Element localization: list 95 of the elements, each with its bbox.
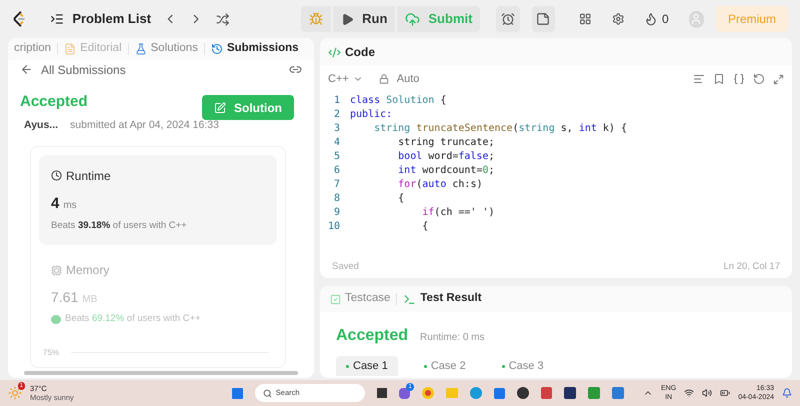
search-icon — [262, 388, 272, 398]
panel-tab[interactable]: Test Result — [397, 290, 488, 308]
battery-icon[interactable] — [720, 388, 730, 398]
note-icon — [536, 12, 550, 26]
code-editor[interactable]: 1 class Solution { 2 public: 3 string truncateSentence(string s, int k) { 4 string truncate; 5 bool word=false; 6 int wordcount=0; 7 for(auto ch:s) 8 { 9 if(ch ==' ') 10 { — [320, 92, 792, 256]
reset-icon[interactable] — [753, 73, 765, 85]
flask-icon — [134, 43, 147, 56]
settings-icon[interactable] — [612, 12, 624, 26]
volume-icon[interactable] — [702, 388, 712, 398]
badge-icon — [51, 314, 61, 324]
result-runtime: Runtime: 0 ms — [420, 331, 484, 345]
edit-icon — [214, 102, 226, 114]
back-icon[interactable] — [20, 63, 33, 76]
weather-icon[interactable] — [8, 386, 22, 400]
shuffle-icon[interactable] — [216, 12, 230, 26]
code-line: string truncate; — [397, 136, 494, 150]
submitted-time: submitted at Apr 04, 2024 16:33 — [70, 118, 219, 133]
store-icon[interactable] — [494, 388, 505, 398]
expand-icon[interactable] — [773, 74, 784, 84]
code-line: { — [397, 192, 404, 206]
line-number: 7 — [332, 178, 341, 192]
line-number: 1 — [332, 94, 341, 108]
chart-tick-label: 75% — [43, 346, 60, 359]
code-line: int wordcount=0; — [397, 164, 495, 178]
chip-icon — [51, 264, 62, 276]
user-name[interactable]: Ayus... — [24, 118, 58, 134]
chat-icon[interactable] — [398, 388, 410, 398]
browser-icon[interactable] — [422, 387, 434, 399]
memory-beats: Beats 69.12% of users with C++ — [65, 312, 201, 326]
line-number: 5 — [332, 150, 341, 164]
code-line: class Solution { — [350, 94, 446, 108]
code-line: for(auto ch:s) — [397, 178, 482, 192]
lock-icon — [378, 74, 389, 84]
checkbox-icon — [330, 294, 341, 304]
wifi-icon[interactable] — [684, 388, 694, 398]
start-icon[interactable] — [232, 388, 243, 398]
mode-label: Auto — [396, 72, 420, 87]
runtime-unit: ms — [63, 198, 77, 213]
line-number: 8 — [332, 192, 341, 206]
cursor-position: Ln 20, Col 17 — [723, 260, 780, 274]
memory-value: 7.61 — [51, 288, 78, 308]
panel-tab[interactable]: Submissions — [204, 40, 305, 58]
bell-icon[interactable] — [782, 388, 792, 398]
language-select[interactable]: C++ — [328, 70, 363, 88]
alarm-clock-icon — [501, 12, 516, 26]
logo-icon[interactable] — [12, 10, 26, 28]
timer-button[interactable] — [496, 6, 520, 32]
runtime-beats: Beats 39.18% of users with C++ — [51, 219, 188, 234]
code-line: string truncateSentence(string s, int k) { — [373, 122, 627, 136]
upload-icon — [405, 12, 420, 26]
bookmark-icon[interactable] — [713, 73, 725, 85]
streak-counter[interactable]: 0 — [644, 10, 669, 28]
document-icon — [64, 43, 76, 56]
problem-list-button[interactable]: Problem List — [50, 9, 152, 29]
line-number: 2 — [332, 108, 341, 122]
history-icon — [210, 43, 223, 56]
app-icon[interactable] — [376, 388, 387, 398]
clock-icon — [51, 170, 62, 182]
bug-icon — [309, 12, 324, 26]
flame-icon — [644, 12, 658, 26]
braces-icon[interactable] — [733, 73, 745, 85]
case-tab[interactable]: Case 3 — [492, 356, 554, 376]
line-number: 10 — [326, 220, 341, 234]
status-label: Accepted — [20, 92, 89, 112]
browser-icon[interactable] — [470, 387, 482, 399]
code-line: if(ch ==' ') — [421, 206, 495, 220]
runtime-value: 4 — [51, 194, 60, 214]
game-icon[interactable] — [588, 387, 600, 399]
case-tab[interactable]: Case 1 — [336, 356, 398, 376]
editor-icon[interactable] — [612, 387, 624, 399]
line-number: 9 — [332, 206, 341, 220]
save-status: Saved — [332, 260, 359, 274]
code-line: { — [421, 220, 428, 234]
grid-icon[interactable] — [578, 12, 592, 26]
notes-button[interactable] — [532, 6, 555, 32]
panel-title: Code — [345, 44, 375, 61]
memory-title: Memory — [66, 262, 110, 280]
line-number: 4 — [332, 136, 341, 150]
case-tab[interactable]: Case 2 — [414, 356, 476, 376]
code-line: bool word=false; — [397, 150, 495, 164]
terminal-icon — [403, 292, 416, 306]
code-line: public: — [350, 108, 392, 122]
horizontal-scrollbar[interactable] — [24, 370, 298, 375]
line-number: 6 — [332, 164, 341, 178]
play-icon — [341, 12, 354, 26]
format-icon[interactable] — [693, 73, 705, 85]
app-icon[interactable] — [564, 387, 576, 399]
run-button[interactable]: Run — [333, 6, 396, 32]
result-status: Accepted — [336, 326, 408, 346]
code-icon — [328, 46, 341, 58]
list-icon — [50, 12, 64, 26]
back-link[interactable]: All Submissions — [41, 60, 126, 79]
line-number: 3 — [332, 122, 341, 136]
media-icon[interactable] — [516, 387, 529, 399]
runtime-title: Runtime — [66, 168, 111, 185]
